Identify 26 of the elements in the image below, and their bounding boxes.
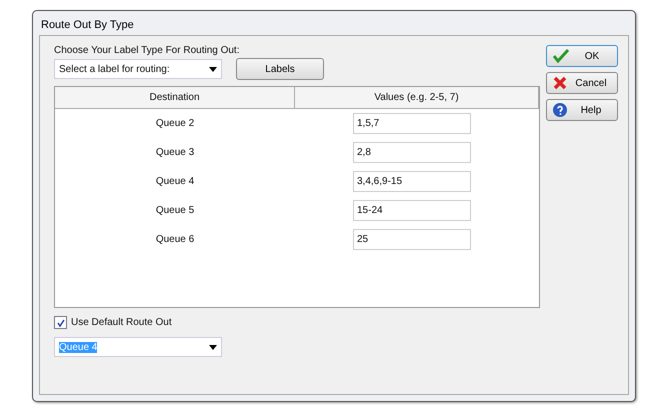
default-route-checkbox[interactable]	[54, 316, 67, 329]
destination-cell-text: Queue 6	[154, 234, 196, 245]
column-header: Destination	[55, 87, 296, 109]
help-button[interactable]: Help	[546, 99, 618, 121]
help-icon	[553, 103, 567, 117]
labels-button[interactable]: Labels	[236, 58, 324, 80]
caret-icon	[209, 66, 217, 72]
values-input[interactable]: 2,8	[353, 142, 471, 163]
destination-cell-text: Queue 4	[154, 176, 196, 187]
label-type-label: Choose Your Label Type For Routing Out:	[54, 45, 240, 56]
ok-button[interactable]: OK	[546, 45, 618, 67]
cancel-button[interactable]: Cancel	[546, 72, 618, 94]
values-input[interactable]: 15-24	[353, 200, 471, 221]
checkmark-icon	[553, 49, 569, 63]
window-title: Route Out By Type	[40, 18, 135, 33]
destination-cell-text: Queue 5	[154, 205, 196, 216]
destination-cell-text: Queue 2	[154, 118, 196, 129]
column-header: Values (e.g. 2-5, 7)	[295, 87, 539, 109]
destination-cell-text: Queue 3	[154, 147, 196, 158]
label-type-dropdown[interactable]: Select a label for routing:	[54, 59, 222, 79]
values-input[interactable]: 25	[353, 229, 471, 250]
values-input[interactable]: 1,5,7	[353, 113, 471, 134]
caret-icon	[209, 344, 217, 350]
close-icon	[553, 76, 567, 90]
default-route-label: Use Default Route Out	[71, 317, 172, 328]
values-input[interactable]: 3,4,6,9-15	[353, 171, 471, 192]
